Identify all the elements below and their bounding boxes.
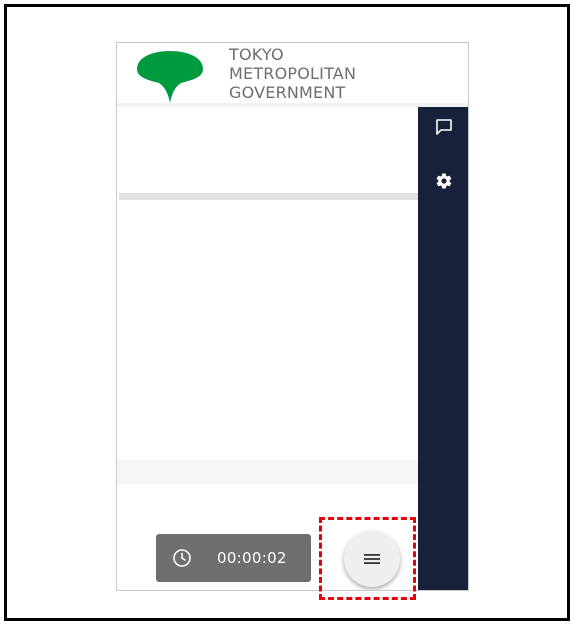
session-timer: 00:00:02: [156, 534, 311, 582]
content-divider: [119, 193, 418, 200]
settings-button[interactable]: [430, 167, 458, 195]
timer-value: 00:00:02: [217, 549, 287, 567]
organization-name: TOKYO METROPOLITAN GOVERNMENT: [229, 45, 356, 102]
app-screen: TOKYO METROPOLITAN GOVERNMENT 00:00:02: [116, 42, 469, 591]
content-panel-bottom-strip: [117, 459, 418, 485]
logo-line-tokyo: TOKYO: [229, 45, 284, 64]
hamburger-menu-icon: [364, 554, 380, 564]
chat-button[interactable]: [430, 113, 458, 141]
chat-bubble-icon: [436, 119, 452, 135]
menu-button[interactable]: [344, 531, 400, 587]
app-header: TOKYO METROPOLITAN GOVERNMENT: [117, 43, 468, 107]
gear-icon: [436, 173, 452, 189]
logo-line-metropolitan: METROPOLITAN: [229, 64, 357, 83]
logo-line-government: GOVERNMENT: [229, 83, 346, 102]
clock-icon: [171, 547, 193, 569]
content-panel-top: [117, 107, 418, 193]
right-sidebar: [418, 107, 468, 590]
ginkgo-leaf-logo-icon: [137, 51, 203, 103]
